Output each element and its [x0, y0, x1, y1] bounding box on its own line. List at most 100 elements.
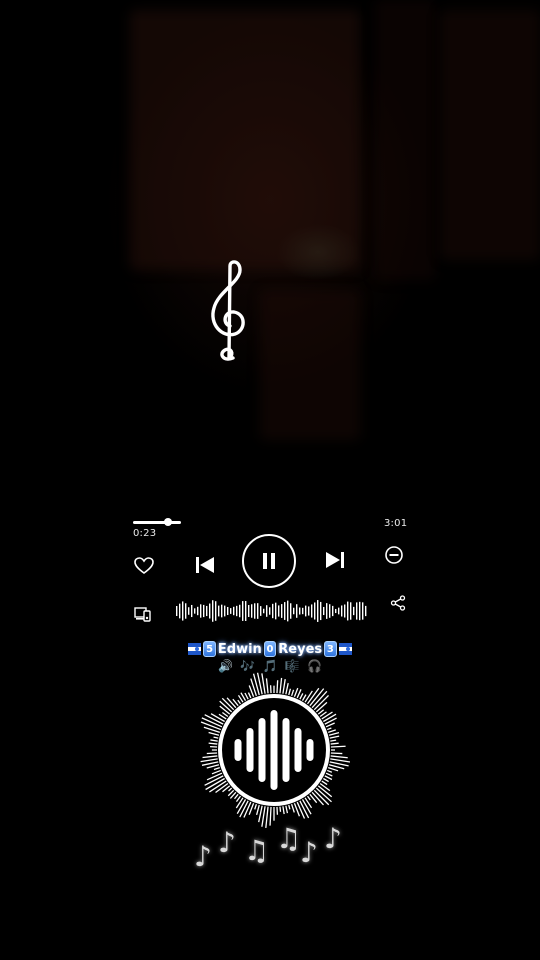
waveform-bar [197, 606, 199, 616]
pause-icon [263, 553, 275, 569]
treble-clef-icon [211, 260, 245, 361]
visualizer-spike [279, 677, 283, 694]
visualizer-spike [255, 804, 260, 816]
visualizer-spike [330, 742, 339, 745]
waveform-bar [329, 604, 331, 618]
artist-first-name: Edwin [217, 641, 262, 657]
waveform-bar [320, 601, 322, 621]
visualizer-spike [330, 758, 351, 763]
waveform-bar [359, 601, 361, 621]
visualizer-spike [301, 694, 307, 701]
waveform-bar [224, 605, 226, 617]
visualizer-spike [328, 731, 340, 736]
visualizer-spike [282, 806, 285, 815]
waveform-bar [311, 604, 313, 618]
visualizer-spike [208, 742, 218, 745]
waveform-bar [278, 605, 280, 617]
honduras-flag-icon [338, 643, 353, 655]
visualizer-spike [236, 799, 247, 814]
visualizer-spike [325, 722, 335, 728]
waveform-bar [212, 600, 214, 622]
minus-circle-icon[interactable] [384, 545, 404, 565]
visualizer-center-bar [258, 718, 266, 782]
waveform-bar [263, 608, 265, 614]
visualizer-spike [213, 766, 220, 771]
waveform-bar [185, 603, 187, 619]
share-icon[interactable] [390, 595, 406, 611]
device-icon[interactable] [134, 605, 152, 623]
waveform-bar [209, 603, 211, 619]
visualizer-spike [323, 777, 329, 783]
waveform-bar [215, 601, 217, 621]
visualizer-spike [247, 692, 252, 699]
visualizer-spike [324, 775, 333, 781]
lyric-video-screen: 0:23 3:01 5 Edwin 0 Reyes 3 🔊 🎶 🎵 🎼 🎧 ♪ … [0, 0, 540, 960]
waveform-bar [194, 608, 196, 614]
visualizer-spike [328, 729, 336, 734]
visualizer-spike [210, 739, 218, 742]
waveform-bar [182, 601, 184, 621]
visualizer-spike [296, 689, 302, 699]
skip-next-icon[interactable] [324, 549, 346, 571]
music-notes-icon: ♫ [276, 822, 302, 855]
music-notes-icon: ♫ [244, 834, 270, 867]
visualizer-spike [306, 795, 311, 801]
visualizer-spike [328, 766, 339, 772]
visualizer-spike [219, 705, 231, 715]
music-note-icon: ♪ [218, 826, 236, 859]
waveform-bar [284, 602, 286, 620]
visualizer-spike [206, 764, 220, 769]
visualizer-spike [321, 711, 333, 720]
audio-visualizer-icon [200, 672, 351, 828]
heart-icon[interactable] [134, 556, 154, 576]
artist-credit: 5 Edwin 0 Reyes 3 [188, 639, 353, 659]
keycap-digit: 0 [263, 641, 277, 657]
waveform-bar [227, 606, 229, 616]
waveform-bar [206, 605, 208, 617]
visualizer-spike [226, 697, 237, 709]
progress-bar[interactable] [133, 521, 181, 524]
visualizer-spike [296, 801, 306, 819]
visualizer-spike [237, 699, 242, 705]
waveform-bar [230, 608, 232, 614]
pause-button[interactable] [242, 534, 296, 588]
music-note-icon: ♪ [194, 840, 212, 873]
visualizer-spike [235, 795, 242, 803]
waveform-bar [347, 601, 349, 621]
waveform-bar [365, 605, 367, 617]
waveform-bar [296, 604, 298, 618]
waveform-seekbar[interactable] [174, 596, 368, 626]
background-window-blur [260, 290, 360, 440]
visualizer-spike [261, 673, 266, 694]
waveform-bar [233, 606, 235, 616]
visualizer-spike [299, 693, 304, 700]
waveform-bar [290, 603, 292, 619]
waveform-bar [257, 603, 259, 619]
visualizer-spike [200, 721, 222, 731]
waveform-bar [287, 600, 289, 622]
visualizer-spike [213, 736, 219, 739]
waveform-bar [362, 602, 364, 620]
waveform-bar [344, 604, 346, 618]
visualizer-center-bar [234, 739, 242, 761]
visualizer-spike [330, 752, 343, 755]
skip-previous-icon[interactable] [194, 554, 216, 576]
visualizer-spike [288, 688, 292, 696]
visualizer-spike [211, 769, 222, 775]
visualizer-spike [285, 805, 289, 814]
waveform-bar [242, 601, 244, 621]
waveform-bar [269, 607, 271, 615]
waveform-bar [305, 605, 307, 617]
waveform-bar [302, 607, 304, 615]
progress-knob[interactable] [164, 518, 172, 526]
waveform-bar [323, 606, 325, 616]
visualizer-spike [325, 772, 333, 777]
waveform-bar [332, 605, 334, 617]
waveform-bar [272, 603, 274, 619]
visualizer-spike [288, 804, 291, 810]
visualizer-spike [304, 690, 313, 703]
waveform-bar [203, 604, 205, 618]
visualizer-center-bar [306, 739, 314, 761]
visualizer-spike [222, 711, 229, 718]
visualizer-spike [208, 731, 220, 736]
